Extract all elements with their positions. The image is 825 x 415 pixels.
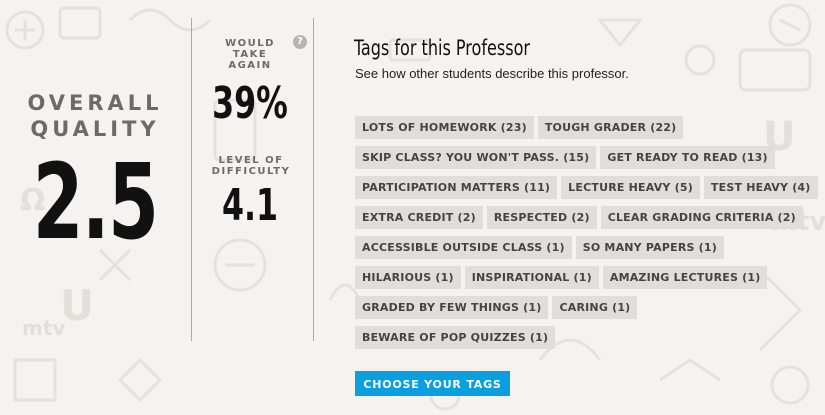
tag-item: SO MANY PAPERS (1) <box>575 236 724 259</box>
question-icon[interactable]: ? <box>293 35 307 49</box>
tag-row: HILARIOUS (1) INSPIRATIONAL (1) AMAZING LE… <box>355 266 795 296</box>
tag-row: EXTRA CREDIT (2) RESPECTED (2) CLEAR GRADI… <box>355 206 803 236</box>
tag-item: GET READY TO READ (13) <box>600 146 775 169</box>
overall-quality-label: OVERALL QUALITY <box>27 91 163 141</box>
tag-row: BEWARE OF POP QUIZZES (1) <box>355 326 795 356</box>
tag-item: CLEAR GRADING CRITERIA (2) <box>600 206 803 229</box>
tag-row: GRADED BY FEW THINGS (1) CARING (1) <box>355 296 795 326</box>
tag-list: LOTS OF HOMEWORK (23) TOUGH GRADER (22) SK… <box>355 116 818 356</box>
tag-item: ACCESSIBLE OUTSIDE CLASS (1) <box>355 236 572 259</box>
tag-row: PARTICIPATION MATTERS (11) LECTURE HEAVY … <box>355 176 818 206</box>
svg-text:mtv: mtv <box>22 316 65 340</box>
tag-item: HILARIOUS (1) <box>355 266 461 289</box>
tag-item: INSPIRATIONAL (1) <box>464 266 599 289</box>
tag-item: SKIP CLASS? YOU WON'T PASS. (15) <box>355 146 597 169</box>
tag-item: CARING (1) <box>552 296 638 319</box>
tag-item: AMAZING LECTURES (1) <box>602 266 768 289</box>
overall-quality-score: 2.5 <box>32 141 159 263</box>
tag-item: PARTICIPATION MATTERS (11) <box>355 176 558 199</box>
divider-right <box>313 18 314 341</box>
tag-item: RESPECTED (2) <box>486 206 597 229</box>
would-take-again-label: WOULD TAKE AGAIN <box>225 38 275 71</box>
overall-quality-panel: OVERALL QUALITY 2.5 <box>0 90 190 254</box>
difficulty-label: LEVEL OF DIFFICULTY <box>211 155 291 177</box>
tag-row: LOTS OF HOMEWORK (23) TOUGH GRADER (22) <box>355 116 795 146</box>
tag-row: ACCESSIBLE OUTSIDE CLASS (1) SO MANY PAPE… <box>355 236 795 266</box>
tag-item: LOTS OF HOMEWORK (23) <box>355 116 534 139</box>
choose-your-tags-button[interactable]: CHOOSE YOUR TAGS <box>355 371 510 396</box>
tag-row: SKIP CLASS? YOU WON'T PASS. (15) GET READ… <box>355 146 795 176</box>
tag-item: LECTURE HEAVY (5) <box>561 176 700 199</box>
tag-item: GRADED BY FEW THINGS (1) <box>355 296 549 319</box>
tags-subtitle: See how other students describe this pro… <box>355 66 629 81</box>
tag-item: TOUGH GRADER (22) <box>537 116 684 139</box>
tag-item: TEST HEAVY (4) <box>703 176 818 199</box>
divider-left <box>191 18 192 341</box>
tag-item: BEWARE OF POP QUIZZES (1) <box>355 326 556 349</box>
difficulty-value: 4.1 <box>221 180 279 231</box>
tags-title: Tags for this Professor <box>354 36 531 60</box>
would-take-again-value: 39% <box>212 78 288 129</box>
tag-item: EXTRA CREDIT (2) <box>355 206 483 229</box>
